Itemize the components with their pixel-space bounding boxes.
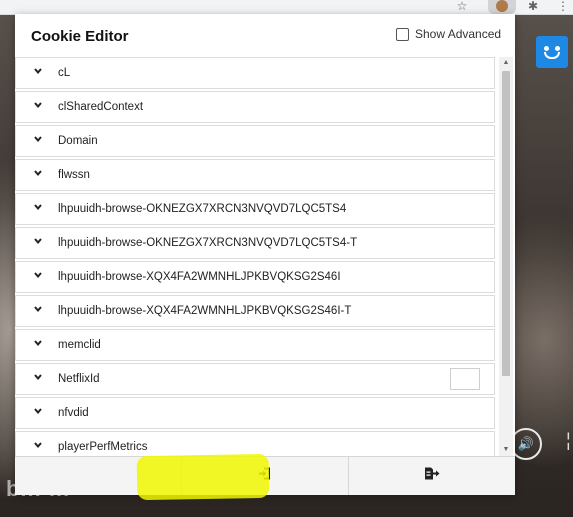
chevron-down-icon[interactable] <box>33 406 43 416</box>
popup-header: Cookie Editor Show Advanced <box>15 14 515 56</box>
cookie-row[interactable]: lhpuuidh-browse-OKNEZGX7XRCN3NVQVD7LQC5T… <box>15 193 495 225</box>
bookmark-star-icon[interactable]: ☆ <box>455 0 469 14</box>
cookie-list-scrollbar[interactable]: ▲ ▼ <box>499 57 513 456</box>
cookie-name: playerPerfMetrics <box>58 441 148 453</box>
chevron-down-icon[interactable] <box>33 372 43 382</box>
cookie-name: cL <box>58 67 71 79</box>
scroll-up-arrow-icon[interactable]: ▲ <box>499 57 513 69</box>
cookie-editor-popup: Cookie Editor Show Advanced cL clSharedC… <box>15 14 515 495</box>
show-advanced-toggle[interactable]: Show Advanced <box>396 26 501 42</box>
cookie-row[interactable]: lhpuuidh-browse-OKNEZGX7XRCN3NVQVD7LQC5T… <box>15 227 495 259</box>
cookie-row[interactable]: nfvdid <box>15 397 495 429</box>
cookie-name: lhpuuidh-browse-OKNEZGX7XRCN3NVQVD7LQC5T… <box>58 237 358 249</box>
export-cookies-button[interactable] <box>348 457 515 495</box>
cookie-name: lhpuuidh-browse-XQX4FA2WMNHLJPKBVQKSG2S4… <box>58 305 352 317</box>
cookie-row[interactable]: playerPerfMetrics <box>15 431 495 456</box>
popup-title: Cookie Editor <box>31 28 129 45</box>
scroll-down-arrow-icon[interactable]: ▼ <box>499 444 513 456</box>
cookie-list: cL clSharedContext Domain flwssn lhpuuid… <box>15 57 497 456</box>
show-advanced-checkbox[interactable] <box>396 27 409 41</box>
chevron-down-icon[interactable] <box>33 440 43 450</box>
chevron-down-icon[interactable] <box>33 134 43 144</box>
cookie-row[interactable]: cL <box>15 57 495 89</box>
cookie-name: memclid <box>58 339 101 351</box>
cookie-name: clSharedContext <box>58 101 144 113</box>
chevron-down-icon[interactable] <box>33 338 43 348</box>
cookie-row[interactable]: lhpuuidh-browse-XQX4FA2WMNHLJPKBVQKSG2S4… <box>15 295 495 327</box>
cookie-row[interactable]: clSharedContext <box>15 91 495 123</box>
show-advanced-label: Show Advanced <box>415 27 502 41</box>
cookie-row[interactable]: Domain <box>15 125 495 157</box>
browser-toolbar: ☆ ✱ ⋮ <box>0 0 573 15</box>
cookie-row[interactable]: memclid <box>15 329 495 361</box>
chevron-down-icon[interactable] <box>33 304 43 314</box>
chevron-down-icon[interactable] <box>33 66 43 76</box>
cookie-name: lhpuuidh-browse-XQX4FA2WMNHLJPKBVQKSG2S4… <box>58 271 341 283</box>
cookie-value-preview <box>450 368 480 390</box>
profile-avatar-icon[interactable] <box>536 36 568 68</box>
browser-menu-icon[interactable]: ⋮ <box>556 0 570 14</box>
cookie-row[interactable]: flwssn <box>15 159 495 191</box>
cookie-name: Domain <box>58 135 98 147</box>
cookie-name: flwssn <box>58 169 90 181</box>
export-icon <box>424 467 440 486</box>
cookie-name: nfvdid <box>58 407 89 419</box>
cookie-name: lhpuuidh-browse-OKNEZGX7XRCN3NVQVD7LQC5T… <box>58 203 347 215</box>
chevron-down-icon[interactable] <box>33 168 43 178</box>
extensions-puzzle-icon[interactable]: ✱ <box>526 0 540 14</box>
cookie-name: NetflixId <box>58 373 100 385</box>
highlight-annotation <box>136 453 270 501</box>
side-control-icon: ¦ <box>566 430 571 450</box>
cookie-row[interactable]: NetflixId <box>15 363 495 395</box>
chevron-down-icon[interactable] <box>33 236 43 246</box>
scroll-thumb[interactable] <box>502 71 510 376</box>
chevron-down-icon[interactable] <box>33 202 43 212</box>
chevron-down-icon[interactable] <box>33 100 43 110</box>
cookie-row[interactable]: lhpuuidh-browse-XQX4FA2WMNHLJPKBVQKSG2S4… <box>15 261 495 293</box>
chevron-down-icon[interactable] <box>33 270 43 280</box>
cookie-extension-icon[interactable] <box>488 0 516 14</box>
